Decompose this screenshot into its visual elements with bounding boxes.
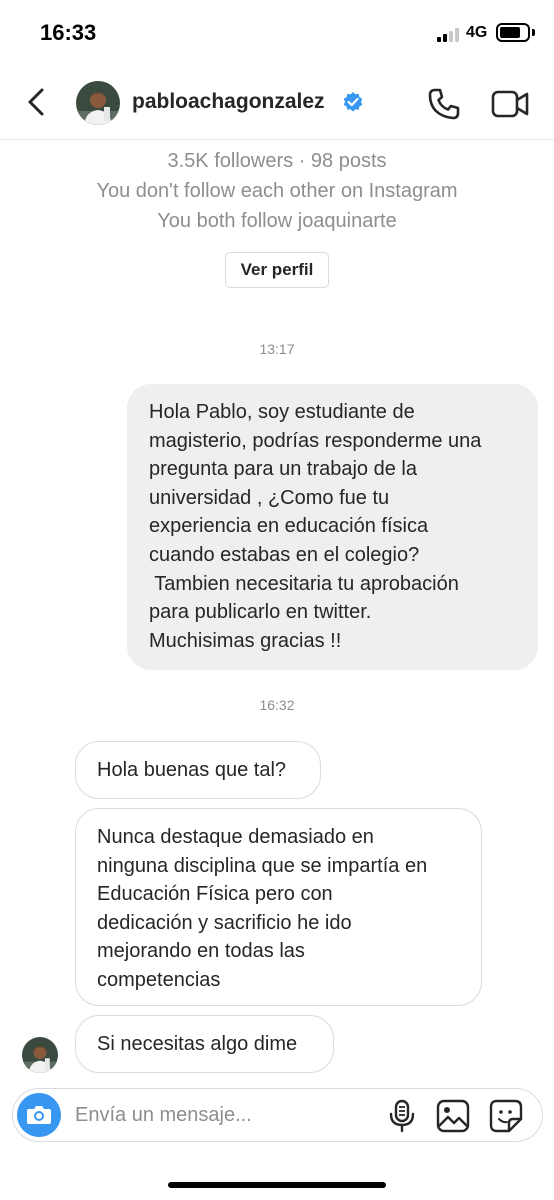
message-text: Hola buenas que tal?: [97, 759, 287, 781]
message-input[interactable]: [75, 1099, 375, 1131]
message-line: Nunca destaque demasiado en: [97, 826, 374, 848]
message-line: universidad , ¿Como fue tu: [149, 486, 390, 509]
phone-icon[interactable]: [426, 86, 462, 122]
username[interactable]: pabloachagonzalez: [132, 90, 325, 114]
image-icon[interactable]: [436, 1099, 470, 1133]
microphone-icon[interactable]: [387, 1099, 417, 1133]
chevron-left-icon[interactable]: [20, 84, 56, 120]
message-line: magisterio, podrías responderme una: [149, 429, 482, 452]
cellular-signal-icon: [437, 26, 461, 42]
avatar[interactable]: [22, 1037, 58, 1073]
camera-icon[interactable]: [17, 1093, 61, 1137]
message-line: Tambien necesitaria tu aprobación: [149, 572, 459, 595]
video-camera-icon[interactable]: [490, 86, 530, 122]
message-text: Si necesitas algo dime: [97, 1033, 298, 1055]
message-line: Muchisimas gracias !!: [149, 629, 342, 652]
received-message[interactable]: Si necesitas algo dime: [75, 1015, 334, 1073]
battery-tip: [532, 29, 535, 36]
message-composer: [12, 1088, 543, 1142]
received-message[interactable]: Nunca destaque demasiado en ninguna disc…: [75, 808, 482, 1006]
sticker-icon[interactable]: [489, 1099, 523, 1133]
received-message[interactable]: Hola buenas que tal?: [75, 741, 321, 799]
network-type: 4G: [466, 24, 488, 41]
message-timestamp: 13:17: [259, 341, 295, 357]
message-line: ninguna disciplina que se impartía en: [97, 854, 428, 877]
mutual-follow: You both follow joaquinarte: [157, 210, 397, 232]
verified-badge-icon: [342, 91, 364, 113]
message-line: para publicarlo en twitter.: [149, 601, 372, 624]
battery-icon: [496, 23, 530, 42]
chat-header: pabloachagonzalez: [0, 64, 554, 140]
message-line: experiencia en educación física: [149, 515, 429, 538]
status-time: 16:33: [40, 20, 97, 45]
sent-message[interactable]: Hola Pablo, soy estudiante de magisterio…: [127, 384, 538, 670]
avatar[interactable]: [76, 81, 120, 125]
message-line: pregunta para un trabajo de la: [149, 458, 417, 481]
message-line: mejorando en todas las: [97, 940, 305, 963]
view-profile-button[interactable]: Ver perfil: [225, 252, 329, 288]
home-indicator[interactable]: [168, 1182, 386, 1188]
message-timestamp: 16:32: [259, 697, 295, 713]
follow-status: You don't follow each other on Instagram: [96, 180, 458, 202]
message-line: cuando estabas en el colegio?: [149, 543, 420, 566]
message-line: competencias: [97, 968, 221, 991]
status-bar: 16:33 4G: [0, 0, 554, 64]
message-line: dedicación y sacrificio he ido: [97, 911, 352, 934]
message-line: Hola Pablo, soy estudiante de: [149, 401, 415, 423]
followers-posts-count: 3.5K followers · 98 posts: [167, 150, 387, 172]
profile-summary: 3.5K followers · 98 posts You don't foll…: [0, 140, 554, 236]
message-line: Educación Física pero con: [97, 883, 333, 906]
